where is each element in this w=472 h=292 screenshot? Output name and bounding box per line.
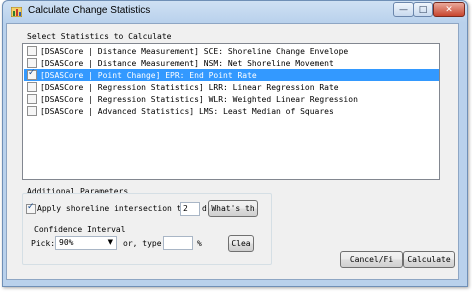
statistic-label: [DSASCore | Regression Statistics] WLR: …	[40, 94, 358, 104]
pick-label: Pick:	[31, 239, 56, 248]
cancel-button[interactable]: Cancel/Fi	[340, 251, 403, 268]
clear-button[interactable]: Clea	[228, 235, 254, 252]
cancel-label: Cancel/Fi	[349, 255, 394, 264]
statistic-checkbox[interactable]	[27, 58, 37, 68]
app-icon	[11, 7, 22, 17]
title-bar[interactable]: Calculate Change Statistics — □ ✕	[3, 1, 467, 23]
maximize-button[interactable]: □	[413, 2, 433, 17]
intersection-threshold-label: Apply shoreline intersection thr	[37, 204, 192, 213]
list-item[interactable]: [DSASCore | Distance Measurement] NSM: N…	[24, 57, 439, 69]
list-item[interactable]: [DSASCore | Regression Statistics] WLR: …	[24, 93, 439, 105]
statistic-label: [DSASCore | Distance Measurement] NSM: N…	[40, 58, 334, 68]
list-item-selected[interactable]: [DSASCore | Point Change] EPR: End Point…	[24, 68, 439, 81]
close-icon: ✕	[445, 4, 453, 15]
statistic-label: [DSASCore | Distance Measurement] SCE: S…	[40, 46, 349, 56]
confidence-type-input[interactable]	[163, 236, 193, 250]
statistic-label: [DSASCore | Point Change] EPR: End Point…	[40, 70, 257, 80]
minimize-icon: —	[399, 4, 408, 15]
statistic-checkbox[interactable]	[27, 46, 37, 56]
window-title: Calculate Change Statistics	[28, 5, 151, 16]
intersection-threshold-value: 2	[183, 204, 188, 213]
intersection-threshold-checkbox[interactable]	[26, 202, 36, 214]
clear-label: Clea	[231, 239, 251, 248]
list-item[interactable]: [DSASCore | Distance Measurement] SCE: S…	[24, 45, 439, 57]
whats-this-button[interactable]: What's th	[208, 200, 258, 217]
statistic-label: [DSASCore | Regression Statistics] LRR: …	[40, 82, 339, 92]
intersection-unit-label: d	[202, 204, 207, 213]
intersection-threshold-input[interactable]: 2	[180, 202, 200, 216]
statistic-checkbox[interactable]	[27, 106, 37, 116]
calculate-label: Calculate	[407, 255, 451, 264]
list-item[interactable]: [DSASCore | Advanced Statistics] LMS: Le…	[24, 105, 439, 117]
statistics-checklist[interactable]: [DSASCore | Distance Measurement] SCE: S…	[22, 43, 440, 180]
maximize-icon: □	[418, 4, 428, 15]
confidence-interval-label: Confidence Interval	[34, 225, 126, 234]
statistic-label: [DSASCore | Advanced Statistics] LMS: Le…	[40, 106, 334, 116]
statistic-checkbox[interactable]	[27, 82, 37, 92]
calculate-button[interactable]: Calculate	[403, 251, 455, 268]
confidence-pick-value: 90%	[59, 238, 74, 247]
list-item[interactable]: [DSASCore | Regression Statistics] LRR: …	[24, 81, 439, 93]
confidence-pick-dropdown[interactable]: 90% ▼	[55, 236, 117, 250]
statistics-section-label: Select Statistics to Calculate	[27, 32, 172, 41]
statistic-checkbox[interactable]	[27, 94, 37, 104]
percent-label: %	[197, 239, 202, 248]
or-type-label: or, type:	[123, 239, 167, 248]
whats-this-label: What's th	[211, 204, 255, 213]
minimize-button[interactable]: —	[393, 2, 414, 17]
close-button[interactable]: ✕	[433, 2, 465, 17]
chevron-down-icon: ▼	[107, 238, 113, 246]
statistic-checkbox[interactable]	[27, 68, 37, 80]
